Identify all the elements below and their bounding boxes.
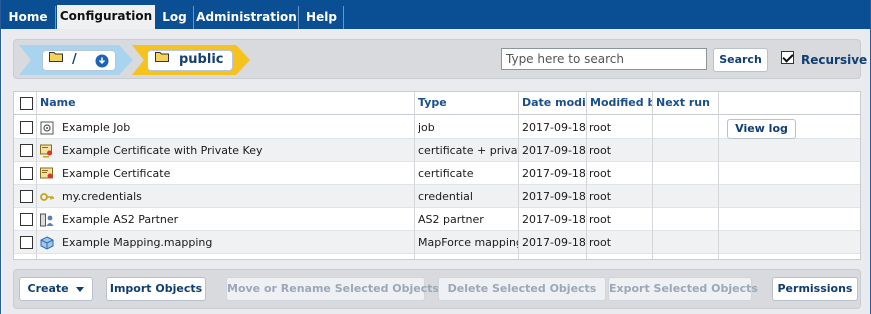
row-checkbox[interactable] bbox=[20, 213, 33, 226]
cell-next-run bbox=[655, 231, 717, 254]
import-objects-button[interactable]: Import Objects bbox=[106, 277, 206, 301]
certificate-icon bbox=[40, 167, 53, 179]
cell-next-run bbox=[655, 208, 717, 231]
table-row[interactable]: Example Job job 2017-09-18 1root View log bbox=[14, 116, 860, 139]
cell-name[interactable]: my.credentials bbox=[62, 185, 412, 208]
table-row[interactable]: my.credentials credential 2017-09-18 1root bbox=[14, 185, 860, 208]
folder-icon bbox=[49, 52, 63, 62]
folder-icon bbox=[155, 52, 169, 62]
column-divider bbox=[36, 92, 37, 259]
column-divider bbox=[518, 92, 519, 259]
table-row[interactable]: Example AS2 Partner AS2 partner 2017-09-18… bbox=[14, 208, 860, 231]
search-button[interactable]: Search bbox=[713, 48, 768, 72]
row-checkbox[interactable] bbox=[20, 190, 33, 203]
create-button-label: Create bbox=[27, 282, 69, 295]
cell-type: certificate + private bbox=[418, 144, 518, 157]
tab-help[interactable]: Help bbox=[300, 6, 344, 29]
key-icon bbox=[40, 193, 54, 201]
cell-next-run bbox=[655, 116, 717, 139]
cell-date-modified: 2017-09-18 1 bbox=[522, 236, 586, 249]
cell-modified-by: root bbox=[589, 167, 612, 180]
cell-name[interactable]: Example Mapping.mapping bbox=[62, 231, 412, 254]
column-divider bbox=[652, 92, 653, 259]
cell-name[interactable]: Example Certificate bbox=[62, 162, 412, 185]
cell-date-modified: 2017-09-18 1 bbox=[522, 213, 586, 226]
certificate-private-key-icon bbox=[40, 144, 52, 158]
cell-date-modified: 2017-09-18 1 bbox=[522, 144, 586, 157]
cell-modified-by: root bbox=[589, 121, 612, 134]
tab-home[interactable]: Home bbox=[1, 6, 56, 29]
cell-type: certificate bbox=[418, 167, 474, 180]
cell-name[interactable]: Example AS2 Partner bbox=[62, 208, 412, 231]
delete-selected-button[interactable]: Delete Selected Objects bbox=[438, 277, 606, 301]
job-icon bbox=[40, 121, 54, 135]
cell-type: credential bbox=[418, 190, 473, 203]
toolbar: / public Type here to search Search Recu… bbox=[13, 39, 867, 79]
cell-modified-by: root bbox=[589, 236, 612, 249]
column-divider bbox=[718, 92, 719, 259]
breadcrumb-root-button[interactable]: / bbox=[43, 51, 115, 70]
create-button[interactable]: Create bbox=[19, 277, 93, 301]
cell-type: MapForce mapping bbox=[418, 236, 518, 249]
table-header: Name Type Date modifi Modified by Next r… bbox=[14, 92, 860, 115]
cell-next-run bbox=[655, 185, 717, 208]
tab-log[interactable]: Log bbox=[156, 6, 194, 29]
cell-type: AS2 partner bbox=[418, 213, 484, 226]
cell-date-modified: 2017-09-18 1 bbox=[522, 121, 586, 134]
breadcrumb-root[interactable]: / bbox=[19, 45, 139, 75]
cell-next-run bbox=[655, 162, 717, 185]
partner-icon bbox=[40, 213, 54, 227]
top-nav: Home Configuration Log Administration He… bbox=[1, 0, 870, 30]
column-header-next-run[interactable]: Next run bbox=[653, 92, 719, 115]
column-header-modified-by[interactable]: Modified by bbox=[587, 92, 653, 115]
cell-next-run bbox=[655, 139, 717, 162]
chevron-down-circle-icon[interactable] bbox=[95, 54, 109, 68]
tab-configuration[interactable]: Configuration bbox=[57, 5, 155, 30]
view-log-button[interactable]: View log bbox=[727, 119, 796, 139]
cell-modified-by: root bbox=[589, 213, 612, 226]
select-all-checkbox[interactable] bbox=[20, 97, 33, 110]
column-header-date[interactable]: Date modifi bbox=[519, 92, 587, 115]
column-divider bbox=[414, 92, 415, 259]
cell-date-modified: 2017-09-18 1 bbox=[522, 167, 586, 180]
cell-name[interactable]: Example Job bbox=[62, 116, 412, 139]
column-header-type[interactable]: Type bbox=[415, 92, 518, 115]
app-window: Home Configuration Log Administration He… bbox=[0, 0, 871, 314]
export-selected-button[interactable]: Export Selected Objects bbox=[608, 277, 758, 301]
cell-modified-by: root bbox=[589, 144, 612, 157]
mapping-cube-icon bbox=[40, 236, 54, 250]
cell-date-modified: 2017-09-18 1 bbox=[522, 190, 586, 203]
table-row[interactable]: Example Certificate with Private Key cert… bbox=[14, 139, 860, 162]
breadcrumb-current[interactable]: public bbox=[132, 45, 252, 75]
column-header-name[interactable]: Name bbox=[37, 92, 414, 115]
table-row[interactable]: Example Mapping.mapping MapForce mapping 2… bbox=[14, 231, 860, 254]
caret-down-icon bbox=[76, 286, 85, 292]
table-row[interactable]: Example Certificate certificate 2017-09-18… bbox=[14, 162, 860, 185]
recursive-checkbox[interactable] bbox=[781, 51, 794, 64]
permissions-button[interactable]: Permissions bbox=[772, 277, 858, 301]
objects-table: Name Type Date modifi Modified by Next r… bbox=[13, 91, 861, 260]
row-checkbox[interactable] bbox=[20, 236, 33, 249]
row-checkbox[interactable] bbox=[20, 167, 33, 180]
search-input[interactable] bbox=[501, 48, 707, 70]
cell-type: job bbox=[418, 121, 435, 134]
breadcrumb-current-label: public bbox=[179, 52, 224, 67]
recursive-label: Recursive bbox=[801, 53, 868, 67]
main-content: / public Type here to search Search Recu… bbox=[2, 29, 870, 314]
column-divider bbox=[586, 92, 587, 259]
breadcrumb-root-label: / bbox=[72, 52, 77, 67]
row-checkbox[interactable] bbox=[20, 144, 33, 157]
action-bar: Create Import Objects Move or Rename Sel… bbox=[13, 269, 861, 309]
cell-modified-by: root bbox=[589, 190, 612, 203]
move-rename-button[interactable]: Move or Rename Selected Objects bbox=[226, 277, 439, 301]
row-checkbox[interactable] bbox=[20, 121, 33, 134]
tab-administration[interactable]: Administration bbox=[195, 6, 299, 29]
cell-name[interactable]: Example Certificate with Private Key bbox=[62, 139, 412, 162]
breadcrumb-current-button[interactable]: public bbox=[148, 51, 232, 70]
